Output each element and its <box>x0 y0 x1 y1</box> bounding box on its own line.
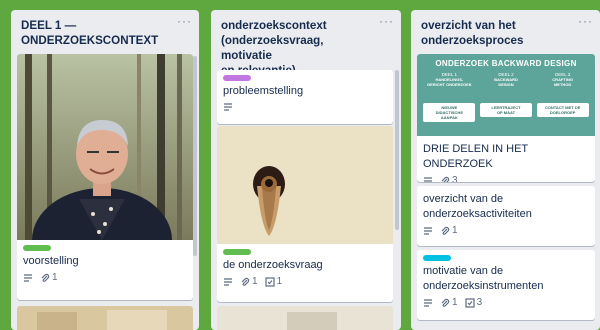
card-onderzoeksinstrumenten[interactable]: motivatie van de onderzoeksinstrumenten … <box>417 250 595 320</box>
checklist-icon <box>264 276 275 287</box>
description-icon <box>223 277 233 287</box>
card-voorstelling[interactable]: voorstelling 1 <box>17 54 193 300</box>
list-title[interactable]: overzicht van het onderzoeksproces <box>421 18 574 48</box>
list-menu-button[interactable]: ··· <box>379 14 394 28</box>
list-onderzoekscontext: onderzoekscontext (onderzoeksvraag, moti… <box>211 10 401 330</box>
label-green <box>223 249 251 255</box>
attachment-count: 1 <box>252 276 258 287</box>
attachment-badge: 1 <box>440 297 458 308</box>
card-badges: 1 <box>17 269 193 283</box>
card-title: motivatie van de onderzoeksinstrumenten <box>423 265 544 292</box>
infographic-phase: DEEL 1 HANDELINGS- GERICHT ONDERZOEK NIE… <box>423 72 476 122</box>
list-deel-1: DEEL 1 — ONDERZOEKSCONTEXT ··· voorstell… <box>11 10 199 330</box>
phase-name: BACKWARD DESIGN <box>494 77 518 87</box>
list-scrollbar[interactable] <box>193 56 197 256</box>
card-cover-image <box>17 54 193 240</box>
infographic-phase: DEEL 2 BACKWARD DESIGN LEERTRAJECT OP MA… <box>479 72 532 122</box>
card-onderzoeksactiviteiten[interactable]: overzicht van de onderzoeksactiviteiten … <box>417 186 595 246</box>
list-scrollbar[interactable] <box>395 70 399 230</box>
label-sky <box>423 255 451 261</box>
description-icon <box>423 298 433 308</box>
card-title: de onderzoeksvraag <box>223 259 323 271</box>
checklist-badge: 1 <box>264 276 283 287</box>
card-de-onderzoeksvraag[interactable]: de onderzoeksvraag 1 1 <box>217 126 393 302</box>
attachment-count: 1 <box>452 225 458 236</box>
card-drie-delen[interactable]: ONDERZOEK BACKWARD DESIGN DEEL 1 HANDELI… <box>417 54 595 182</box>
phase-name: HANDELINGS- GERICHT ONDERZOEK <box>426 77 472 87</box>
list-onderzoeksproces: overzicht van het onderzoeksproces ··· O… <box>411 10 600 330</box>
card-badges: 3 <box>417 172 595 182</box>
attachment-badge: 3 <box>440 175 458 182</box>
card-partial[interactable] <box>217 306 393 330</box>
description-icon <box>423 226 433 236</box>
list-title[interactable]: onderzoekscontext (onderzoeksvraag, moti… <box>221 18 375 78</box>
card-badges: 1 1 <box>217 273 393 287</box>
description-icon <box>223 102 233 112</box>
phase-box: NIEUWE DIDACTISCHE AANPAK <box>423 103 476 122</box>
list-title[interactable]: DEEL 1 — ONDERZOEKSCONTEXT <box>21 18 173 48</box>
card-title: voorstelling <box>23 255 79 267</box>
card-probleemstelling[interactable]: probleemstelling <box>217 70 393 124</box>
attachment-badge: 1 <box>240 276 258 287</box>
attachment-badge: 1 <box>40 272 58 283</box>
checklist-badge: 3 <box>464 297 483 308</box>
card-cover-image <box>217 306 393 330</box>
label-purple <box>223 75 251 81</box>
checklist-icon <box>464 297 475 308</box>
paperclip-icon <box>440 176 450 182</box>
card-title: DRIE DELEN IN HET ONDERZOEK <box>423 143 528 170</box>
checklist-count: 1 <box>276 276 283 287</box>
list-header[interactable]: onderzoekscontext (onderzoeksvraag, moti… <box>211 10 401 77</box>
card-cover-image <box>17 306 193 330</box>
card-title: overzicht van de onderzoeksactiviteiten <box>423 193 532 220</box>
phase-box: LEERTRAJECT OP MAAT <box>479 103 532 117</box>
card-cover-image <box>217 126 393 244</box>
paperclip-icon <box>40 273 50 283</box>
list-menu-button[interactable]: ··· <box>177 14 192 28</box>
paperclip-icon <box>440 298 450 308</box>
checklist-count: 3 <box>476 297 483 308</box>
infographic-heading: ONDERZOEK BACKWARD DESIGN <box>435 59 577 68</box>
list-menu-button[interactable]: ··· <box>578 14 593 28</box>
card-badges: 1 3 <box>417 294 595 308</box>
infographic-phases: DEEL 1 HANDELINGS- GERICHT ONDERZOEK NIE… <box>417 68 595 122</box>
card-partial[interactable] <box>17 306 193 330</box>
card-badges: 1 <box>417 222 595 236</box>
paperclip-icon <box>240 277 250 287</box>
description-icon <box>23 273 33 283</box>
card-badges <box>217 99 393 112</box>
attachment-count: 3 <box>452 175 458 182</box>
label-green <box>23 245 51 251</box>
phase-name: CRAFTING METHOD <box>552 77 573 87</box>
attachment-count: 1 <box>52 272 58 283</box>
attachment-badge: 1 <box>440 225 458 236</box>
attachment-count: 1 <box>452 297 458 308</box>
infographic-cover: ONDERZOEK BACKWARD DESIGN DEEL 1 HANDELI… <box>417 54 595 136</box>
infographic-phase: DEEL 3 CRAFTING METHOD CONTACT MET DE DO… <box>536 72 589 122</box>
phase-box: CONTACT MET DE DOELGROEP <box>536 103 589 117</box>
card-title: probleemstelling <box>223 85 304 97</box>
description-icon <box>423 176 433 183</box>
paperclip-icon <box>440 226 450 236</box>
